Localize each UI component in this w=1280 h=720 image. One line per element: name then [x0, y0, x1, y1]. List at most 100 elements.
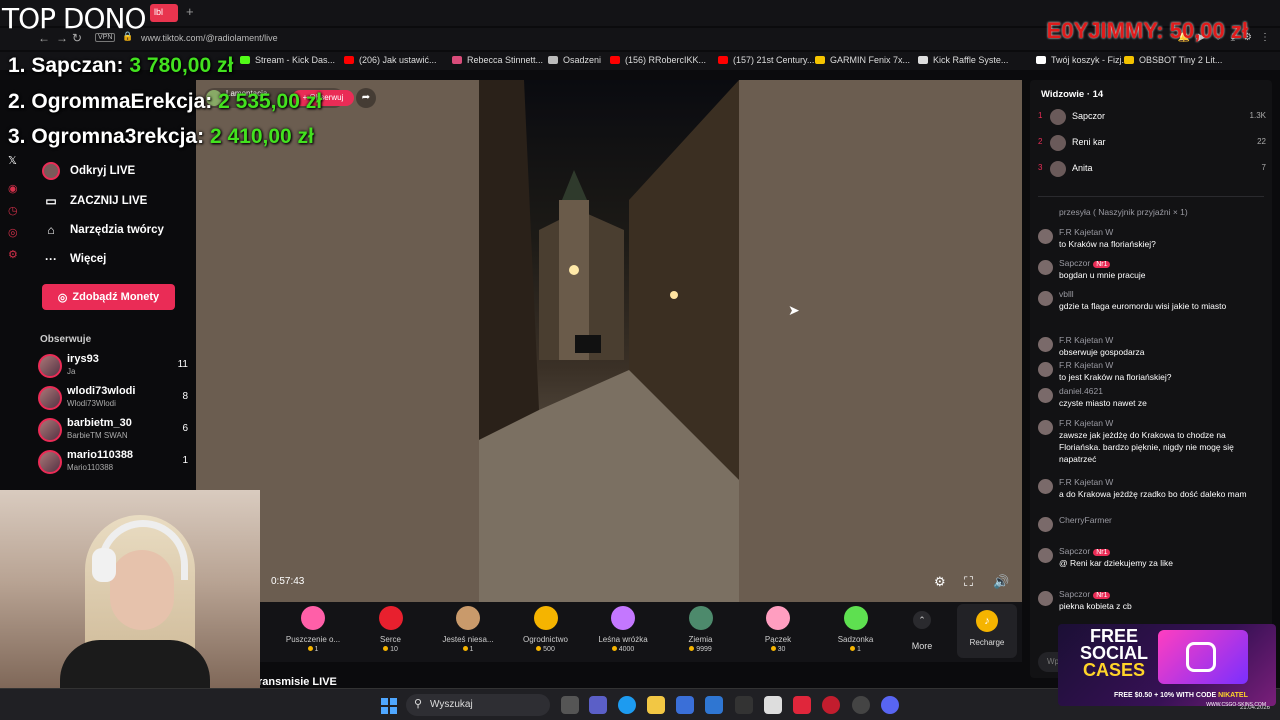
chat-username: F.R Kajetan W	[1059, 335, 1113, 345]
gift-item[interactable]: Pączek 30	[741, 606, 815, 653]
gift-item[interactable]: Puszczenie o... 1	[276, 606, 350, 653]
gift-item[interactable]: Leśna wróżka 4000	[586, 606, 660, 653]
opera-icon[interactable]	[793, 696, 811, 714]
gift-item[interactable]: Ogrodnictwo 500	[509, 606, 583, 653]
bookmark-item[interactable]: Stream - Kick Das...	[240, 55, 335, 65]
app-icon[interactable]	[852, 696, 870, 714]
following-item[interactable]: mario110388 Mario110388 1	[38, 448, 188, 476]
fullscreen-icon[interactable]: ⛶	[964, 574, 973, 590]
chat-username-text: vblll	[1059, 289, 1074, 299]
settings-icon[interactable]: ⚙	[8, 248, 18, 261]
teams-icon[interactable]	[589, 696, 607, 714]
following-subtitle: BarbieTM SWAN	[67, 431, 128, 440]
gift-icon	[766, 606, 790, 630]
browser-tab-active[interactable]: lbl	[150, 4, 178, 22]
bookmark-item[interactable]: Twój koszyk - Fizj...	[1036, 55, 1129, 65]
explorer-icon[interactable]	[647, 696, 665, 714]
rank-badge: Nr1	[1093, 592, 1111, 599]
street-scene-image	[479, 80, 739, 602]
more-label: More	[911, 641, 933, 651]
volume-icon[interactable]: 🔊	[993, 574, 1009, 590]
recharge-button[interactable]: ♪ Recharge	[957, 604, 1017, 658]
discord-icon[interactable]	[881, 696, 899, 714]
bookmark-item[interactable]: (206) Jak ustawić...	[344, 55, 437, 65]
bookmark-label: Twój koszyk - Fizj...	[1051, 55, 1130, 65]
chat-divider	[1038, 196, 1264, 197]
mouse-cursor-icon: ➤	[788, 302, 800, 318]
chat-username-text: daniel.4621	[1059, 386, 1103, 396]
gift-item[interactable]: Jesteś niesa... 1	[431, 606, 505, 653]
following-count: 1	[182, 455, 188, 466]
gift-icon	[301, 606, 325, 630]
bookmark-label: (156) RRobercIKK...	[625, 55, 707, 65]
avatar	[38, 418, 62, 442]
sidebar-item-creator-tools[interactable]: ⌂ Narzędzia twórcy	[42, 221, 164, 239]
record-icon[interactable]: ◉	[8, 182, 18, 195]
chat-username-text: Sapczor	[1059, 546, 1091, 556]
chat-icon[interactable]: ◎	[8, 226, 18, 239]
gift-item[interactable]: Ziemia 9999	[664, 606, 738, 653]
menu-icon[interactable]: ⋮	[1260, 32, 1270, 43]
taskbar-search[interactable]: ⚲ Wyszukaj	[406, 694, 550, 716]
settings-icon[interactable]: ⚙	[934, 574, 946, 590]
bookmark-item[interactable]: GARMIN Fenix 7x...	[815, 55, 910, 65]
bookmark-item[interactable]: Rebecca Stinnett...	[452, 55, 543, 65]
bookmark-item[interactable]: (157) 21st Century...	[718, 55, 814, 65]
new-tab-button[interactable]: +	[186, 4, 194, 19]
bookmark-item[interactable]: Osadzeni	[548, 55, 601, 65]
chat-text: to Kraków na floriańskiej?	[1059, 239, 1156, 249]
viewers-header[interactable]: Widzowie · 14	[1041, 89, 1103, 100]
gift-price-value: 9999	[696, 646, 712, 653]
rank-badge: Nr1	[1093, 261, 1111, 268]
sidebar-item-start-live[interactable]: ▭ ZACZNIJ LIVE	[42, 192, 147, 210]
bookmark-item[interactable]: OBSBOT Tiny 2 Lit...	[1124, 55, 1222, 65]
opera-gx-icon[interactable]	[822, 696, 840, 714]
gift-item[interactable]: Serce 10	[354, 606, 428, 653]
more-gifts-button[interactable]: ⌃ More	[908, 606, 936, 651]
url-input[interactable]: www.tiktok.com/@radiolament/live	[141, 33, 278, 43]
following-item[interactable]: barbietm_30 BarbieTM SWAN 6	[38, 416, 188, 444]
clock-icon[interactable]: ◷	[8, 204, 18, 217]
share-icon[interactable]: ➦	[356, 88, 376, 108]
bookmark-item[interactable]: Kick Raffle Syste...	[918, 55, 1008, 65]
bookmark-favicon-icon	[918, 56, 928, 64]
bookmark-label: Osadzeni	[563, 55, 602, 65]
video-frame[interactable]	[479, 80, 739, 602]
donor-amount: 3 780,00 zł	[129, 54, 234, 77]
gift-item[interactable]: Sadzonka 1	[819, 606, 893, 653]
gift-name: Ziemia	[688, 635, 713, 644]
instagram-icon	[1186, 642, 1216, 672]
gift-price-value: 30	[777, 646, 786, 653]
following-subtitle: Wlodi73Wlodi	[67, 399, 116, 408]
get-coins-button[interactable]: ◎ Zdobądź Monety	[42, 284, 175, 310]
store-icon[interactable]	[676, 696, 694, 714]
viewer-row[interactable]: 2 Reni kar 22	[1038, 134, 1268, 152]
following-item[interactable]: irys93 Ja 11	[38, 352, 188, 380]
gift-price: 9999	[664, 646, 738, 653]
x-icon[interactable]: 𝕏	[8, 154, 17, 167]
sidebar-item-discover-live[interactable]: Odkryj LIVE	[42, 162, 135, 180]
edge-icon[interactable]	[618, 696, 636, 714]
chat-text: zawsze jak jeżdżę do Krakowa to chodze n…	[1059, 430, 1234, 464]
promo-url: WWW.CSGO-SKINS.COM	[1206, 702, 1266, 708]
chat-avatar	[1038, 479, 1053, 494]
coin-icon	[611, 646, 617, 651]
live-player[interactable]: Lamentacja + Obserwuj ➦ ➤ 0:57:43 ⚙ ⛶ 🔊	[196, 80, 1022, 602]
avatar	[38, 386, 62, 410]
gift-price: 1	[819, 646, 893, 653]
sidebar-item-more[interactable]: ··· Więcej	[42, 250, 106, 268]
app-icon[interactable]	[764, 696, 782, 714]
viewer-row[interactable]: 3 Anita 7	[1038, 160, 1268, 178]
following-item[interactable]: wlodi73wlodi Wlodi73Wlodi 8	[38, 384, 188, 412]
donor-name: Sapczan:	[31, 54, 124, 77]
bookmark-item[interactable]: (156) RRobercIKK...	[610, 55, 706, 65]
mail-icon[interactable]	[705, 696, 723, 714]
avatar	[38, 354, 62, 378]
chat-text: to jest Kraków na floriańskiej?	[1059, 372, 1172, 382]
windows-start-icon[interactable]	[381, 698, 397, 714]
app-icon[interactable]	[735, 696, 753, 714]
task-view-icon[interactable]	[561, 696, 579, 714]
viewer-row[interactable]: 1 Sapczor 1.3K	[1038, 108, 1268, 126]
following-subtitle: Ja	[67, 367, 76, 376]
viewer-rank: 3	[1038, 163, 1043, 172]
